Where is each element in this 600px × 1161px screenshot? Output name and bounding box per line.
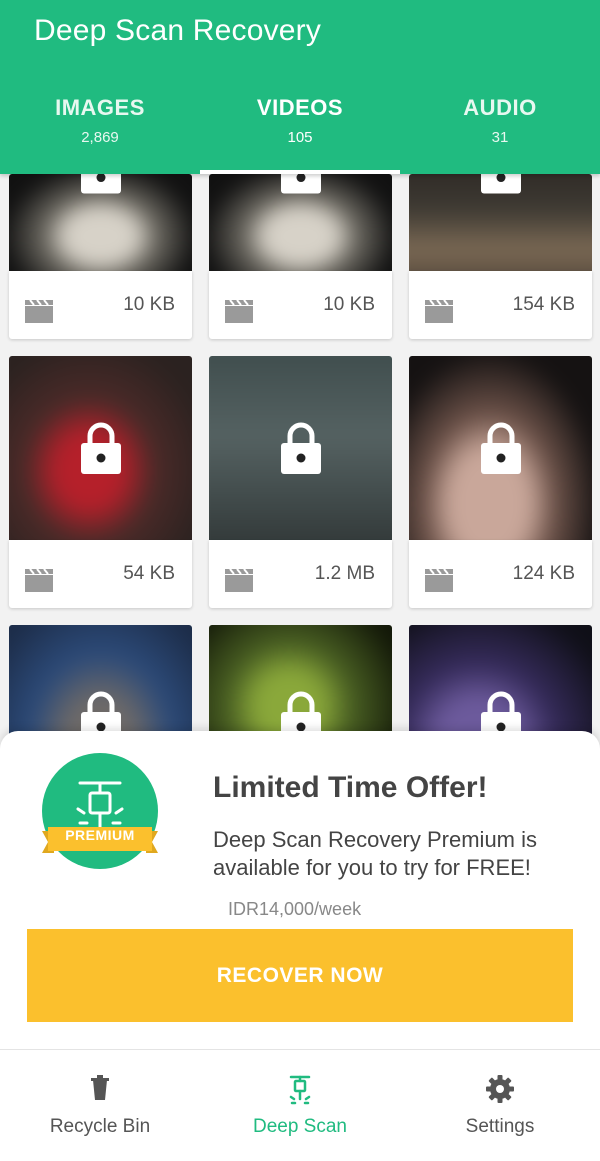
gear-icon: [486, 1075, 514, 1103]
recover-now-button[interactable]: RECOVER NOW: [27, 929, 573, 1022]
tab-videos[interactable]: VIDEOS 105: [200, 80, 400, 174]
tab-audio-label: AUDIO: [463, 95, 537, 120]
video-clapper-icon: [25, 568, 53, 592]
video-info-card[interactable]: 1.2 MB: [209, 540, 392, 608]
app-bar: Deep Scan Recovery IMAGES 2,869 VIDEOS 1…: [0, 0, 600, 174]
lock-icon: [80, 421, 122, 475]
video-clapper-icon: [25, 299, 53, 323]
video-thumbnail[interactable]: [209, 356, 392, 540]
lock-icon: [280, 174, 322, 195]
nav-settings-label: Settings: [465, 1116, 535, 1137]
nav-recycle-bin[interactable]: Recycle Bin: [0, 1050, 200, 1161]
tab-audio[interactable]: AUDIO 31: [400, 80, 600, 174]
offer-description: Deep Scan Recovery Premium is available …: [213, 827, 538, 880]
video-clapper-icon: [425, 568, 453, 592]
video-thumbnail[interactable]: [409, 174, 592, 271]
video-info-card[interactable]: 154 KB: [409, 271, 592, 339]
nav-deep-scan[interactable]: Deep Scan: [200, 1050, 400, 1161]
app-title: Deep Scan Recovery: [34, 14, 322, 47]
trash-icon: [91, 1075, 109, 1100]
tab-videos-label: VIDEOS: [256, 95, 344, 120]
nav-settings[interactable]: Settings: [400, 1050, 600, 1161]
video-info-card[interactable]: 10 KB: [9, 271, 192, 339]
file-size: 10 KB: [123, 294, 175, 315]
premium-offer-sheet: PREMIUM Limited Time Offer! Deep Scan Re…: [0, 731, 600, 1049]
lock-icon: [480, 421, 522, 475]
video-clapper-icon: [425, 299, 453, 323]
file-size: 10 KB: [323, 294, 375, 315]
file-size: 124 KB: [512, 563, 575, 584]
nav-recycle-bin-label: Recycle Bin: [49, 1116, 151, 1137]
file-size: 1.2 MB: [314, 563, 375, 584]
video-clapper-icon: [225, 299, 253, 323]
tab-images-label: IMAGES: [55, 95, 145, 120]
video-info-card[interactable]: 10 KB: [209, 271, 392, 339]
lock-icon: [480, 174, 522, 195]
lock-icon: [80, 174, 122, 195]
offer-price: IDR14,000/week: [228, 899, 362, 919]
video-thumbnail[interactable]: [9, 356, 192, 540]
lock-icon: [280, 421, 322, 475]
video-thumbnail[interactable]: [9, 174, 192, 271]
bottom-navigation: Recycle Bin Deep Scan Settings: [0, 1049, 600, 1161]
tab-images-count: 2,869: [81, 129, 119, 146]
file-size: 154 KB: [512, 294, 575, 315]
tab-audio-count: 31: [491, 129, 509, 146]
tab-bar: IMAGES 2,869 VIDEOS 105 AUDIO 31: [0, 80, 600, 174]
premium-badge-icon: [42, 753, 158, 869]
tab-videos-count: 105: [287, 129, 313, 146]
premium-badge-label: PREMIUM: [65, 827, 135, 843]
video-thumbnail[interactable]: [409, 356, 592, 540]
jackhammer-icon: [289, 1075, 311, 1105]
tab-images[interactable]: IMAGES 2,869: [0, 80, 200, 174]
nav-deep-scan-label: Deep Scan: [252, 1116, 347, 1137]
file-size: 54 KB: [123, 563, 175, 584]
video-clapper-icon: [225, 568, 253, 592]
video-info-card[interactable]: 124 KB: [409, 540, 592, 608]
video-info-card[interactable]: 54 KB: [9, 540, 192, 608]
video-thumbnail[interactable]: [209, 174, 392, 271]
offer-title: Limited Time Offer!: [213, 771, 488, 804]
